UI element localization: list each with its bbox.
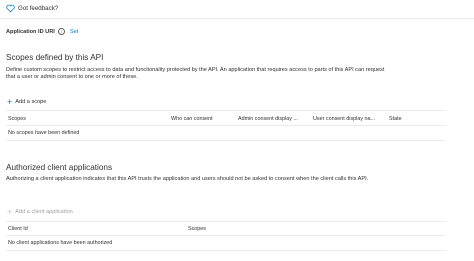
authorized-description: Authorizing a client application indicat… xyxy=(6,176,369,182)
column-header-user-consent-display[interactable]: User consent display na... xyxy=(313,116,375,122)
heart-icon xyxy=(6,4,15,13)
divider xyxy=(6,140,446,141)
scopes-description: Define custom scopes to restrict access … xyxy=(6,67,385,81)
command-bar xyxy=(0,0,474,19)
feedback-label: Got feedback? xyxy=(18,5,59,12)
plus-icon: + xyxy=(7,97,13,107)
divider xyxy=(6,125,446,126)
column-header-state[interactable]: State xyxy=(389,116,402,122)
feedback-button[interactable]: Got feedback? xyxy=(6,4,58,13)
column-header-client-id[interactable]: Client Id xyxy=(8,226,28,232)
divider xyxy=(6,250,446,251)
plus-icon: + xyxy=(7,207,13,217)
scopes-section-title: Scopes defined by this API xyxy=(6,53,104,62)
set-link-label: Set xyxy=(69,28,79,35)
info-icon[interactable]: i xyxy=(58,28,66,35)
column-header-scopes[interactable]: Scopes xyxy=(8,116,26,122)
add-client-application-button[interactable]: + Add a client application xyxy=(7,207,73,217)
divider xyxy=(6,110,446,111)
scopes-empty-message: No scopes have been defined xyxy=(8,130,80,136)
authorized-empty-message: No client applications have been authori… xyxy=(8,240,113,246)
set-app-id-uri-link[interactable]: Set xyxy=(70,29,78,35)
column-header-scopes[interactable]: Scopes xyxy=(188,226,206,232)
app-id-uri-row: Application ID URI i Set xyxy=(6,28,78,35)
app-id-uri-label: Application ID URI xyxy=(6,28,55,35)
add-scope-button[interactable]: + Add a scope xyxy=(7,97,47,107)
expose-an-api-page: Got feedback? Application ID URI i Set S… xyxy=(0,0,474,261)
divider xyxy=(6,235,446,236)
column-header-admin-consent-display[interactable]: Admin consent display ... xyxy=(238,116,298,122)
add-client-application-label: Add a client application xyxy=(15,209,73,215)
add-scope-label: Add a scope xyxy=(15,99,47,105)
column-header-who-can-consent[interactable]: Who can consent xyxy=(171,116,213,122)
authorized-section-title: Authorized client applications xyxy=(6,163,113,172)
divider xyxy=(6,221,446,222)
